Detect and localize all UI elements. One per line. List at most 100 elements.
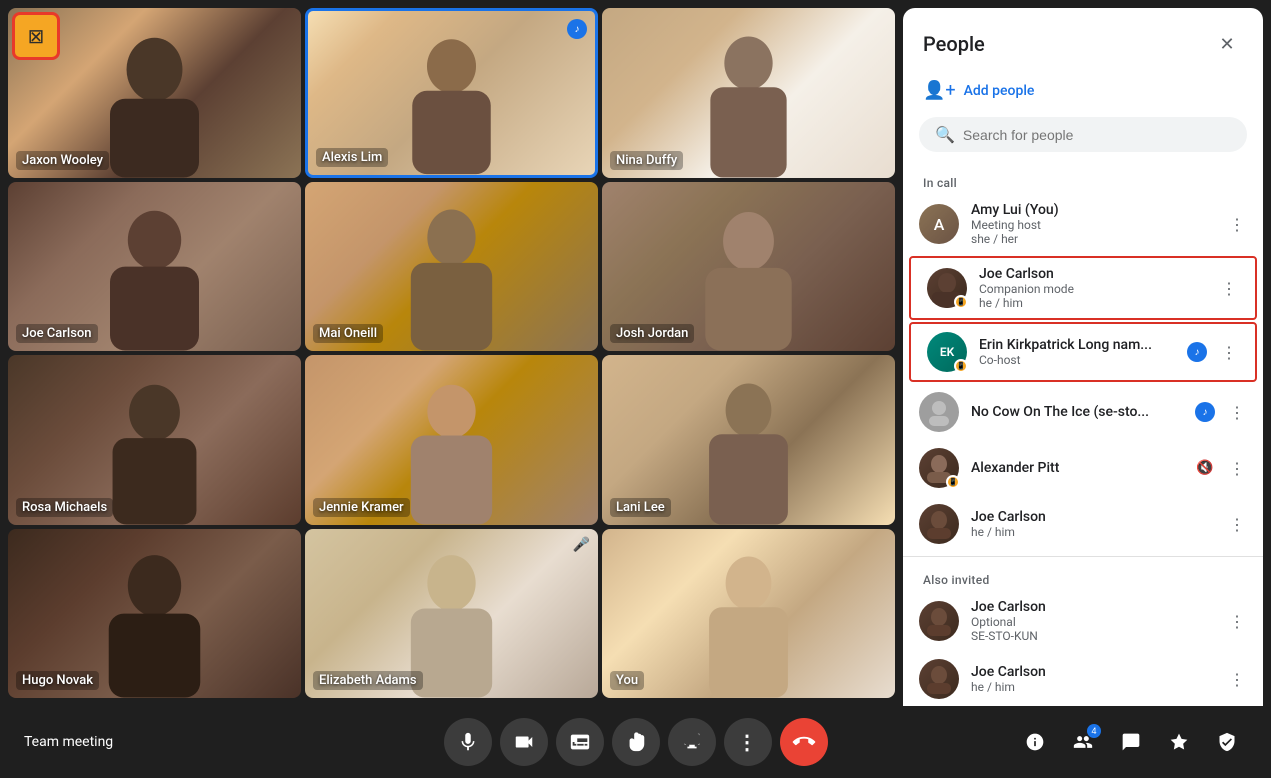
panel-title: People bbox=[923, 32, 985, 56]
video-grid: Jaxon Wooley ♪ Alexis Lim Nina Duffy bbox=[0, 0, 903, 706]
person-name-joe-c: Joe Carlson bbox=[979, 266, 1203, 282]
person-meta-joe3: Optional bbox=[971, 615, 1211, 629]
in-call-label: In call bbox=[903, 164, 1263, 194]
app-icon-button[interactable]: ⊠ bbox=[12, 12, 60, 60]
video-tile-lani[interactable]: Lani Lee bbox=[602, 355, 895, 525]
tile-name-nina: Nina Duffy bbox=[610, 151, 683, 170]
person-row-joe4[interactable]: Joe Carlson he / him ⋮ bbox=[903, 651, 1263, 706]
person-row-nocow[interactable]: No Cow On The Ice (se-sto... ♪ ⋮ bbox=[903, 384, 1263, 440]
camera-button[interactable] bbox=[500, 718, 548, 766]
person-info-erin: Erin Kirkpatrick Long nam... Co-host bbox=[979, 337, 1175, 367]
person-name-joe3: Joe Carlson bbox=[971, 599, 1211, 615]
avatar-joe4 bbox=[919, 659, 959, 699]
tile-name-joe: Joe Carlson bbox=[16, 324, 98, 343]
avatar-joe-c: 📱 bbox=[927, 268, 967, 308]
person-name-joe4: Joe Carlson bbox=[971, 664, 1211, 680]
person-pronouns-joe-c: he / him bbox=[979, 296, 1203, 310]
toolbar-center: ⋮ bbox=[444, 718, 828, 766]
close-panel-button[interactable]: ✕ bbox=[1211, 28, 1243, 60]
person-actions-joe2: ⋮ bbox=[1223, 510, 1251, 538]
activities-button[interactable] bbox=[1159, 722, 1199, 762]
tile-name-lani: Lani Lee bbox=[610, 498, 671, 517]
more-options-amy[interactable]: ⋮ bbox=[1223, 210, 1251, 238]
present-button[interactable] bbox=[668, 718, 716, 766]
tile-name-josh: Josh Jordan bbox=[610, 324, 694, 343]
search-input[interactable] bbox=[963, 127, 1231, 143]
avatar-amy: A bbox=[919, 204, 959, 244]
video-tile-joe[interactable]: Joe Carlson bbox=[8, 182, 301, 352]
person-row-joe2[interactable]: Joe Carlson he / him ⋮ bbox=[903, 496, 1263, 552]
more-options-button[interactable]: ⋮ bbox=[724, 718, 772, 766]
add-people-row[interactable]: 👤+ Add people bbox=[903, 72, 1263, 109]
person-location-joe3: SE-STO-KUN bbox=[971, 629, 1211, 643]
video-tile-jennie[interactable]: Jennie Kramer bbox=[305, 355, 598, 525]
person-info-joe4: Joe Carlson he / him bbox=[971, 664, 1211, 694]
search-icon: 🔍 bbox=[935, 125, 955, 144]
tile-name-elizabeth: Elizabeth Adams bbox=[313, 671, 423, 690]
speaking-indicator-alexis: ♪ bbox=[567, 19, 587, 39]
app-icon-symbol: ⊠ bbox=[28, 24, 45, 48]
more-options-alex[interactable]: ⋮ bbox=[1223, 454, 1251, 482]
toolbar-right: 4 bbox=[1015, 722, 1247, 762]
person-actions-erin: ♪ ⋮ bbox=[1187, 338, 1243, 366]
panel-header: People ✕ bbox=[903, 8, 1263, 72]
end-call-button[interactable] bbox=[780, 718, 828, 766]
tile-name-alexis: Alexis Lim bbox=[316, 148, 388, 167]
person-name-erin: Erin Kirkpatrick Long nam... bbox=[979, 337, 1175, 353]
person-row-amy[interactable]: A Amy Lui (You) Meeting host she / her ⋮ bbox=[903, 194, 1263, 254]
person-name-joe2: Joe Carlson bbox=[971, 509, 1211, 525]
video-tile-nina[interactable]: Nina Duffy bbox=[602, 8, 895, 178]
person-info-nocow: No Cow On The Ice (se-sto... bbox=[971, 404, 1183, 420]
person-info-alex: Alexander Pitt bbox=[971, 460, 1179, 476]
person-actions-alex: 🔇 ⋮ bbox=[1191, 454, 1251, 482]
person-name-alex: Alexander Pitt bbox=[971, 460, 1179, 476]
tile-name-rosa: Rosa Michaels bbox=[16, 498, 113, 517]
person-info-joe2: Joe Carlson he / him bbox=[971, 509, 1211, 539]
also-invited-label: Also invited bbox=[903, 561, 1263, 591]
avatar-joe3 bbox=[919, 601, 959, 641]
more-options-nocow[interactable]: ⋮ bbox=[1223, 398, 1251, 426]
video-tile-elizabeth[interactable]: 🎤 Elizabeth Adams bbox=[305, 529, 598, 699]
person-row-alex[interactable]: 📱 Alexander Pitt 🔇 ⋮ bbox=[903, 440, 1263, 496]
video-tile-rosa[interactable]: Rosa Michaels bbox=[8, 355, 301, 525]
person-actions-amy: ⋮ bbox=[1223, 210, 1251, 238]
avatar-nocow bbox=[919, 392, 959, 432]
person-meta-joe2: he / him bbox=[971, 525, 1211, 539]
video-tile-mai[interactable]: Mai Oneill bbox=[305, 182, 598, 352]
more-options-joe3[interactable]: ⋮ bbox=[1223, 607, 1251, 635]
person-info-joe-c: Joe Carlson Companion mode he / him bbox=[979, 266, 1203, 310]
person-name-amy: Amy Lui (You) bbox=[971, 202, 1211, 218]
more-options-joe2[interactable]: ⋮ bbox=[1223, 510, 1251, 538]
raise-hand-button[interactable] bbox=[612, 718, 660, 766]
person-pronouns-amy: she / her bbox=[971, 232, 1211, 246]
chat-button[interactable] bbox=[1111, 722, 1151, 762]
person-actions-joe3: ⋮ bbox=[1223, 607, 1251, 635]
person-meta-erin: Co-host bbox=[979, 353, 1175, 367]
safety-button[interactable] bbox=[1207, 722, 1247, 762]
video-tile-you[interactable]: You bbox=[602, 529, 895, 699]
person-row-erin[interactable]: EK 📱 Erin Kirkpatrick Long nam... Co-hos… bbox=[909, 322, 1257, 382]
tile-name-jennie: Jennie Kramer bbox=[313, 498, 410, 517]
video-tile-hugo[interactable]: Hugo Novak bbox=[8, 529, 301, 699]
more-options-erin[interactable]: ⋮ bbox=[1215, 338, 1243, 366]
speaking-indicator-erin: ♪ bbox=[1187, 342, 1207, 362]
mic-off-alex[interactable]: 🔇 bbox=[1191, 454, 1219, 482]
search-row: 🔍 bbox=[903, 109, 1263, 164]
info-button[interactable] bbox=[1015, 722, 1055, 762]
person-row-joe3[interactable]: Joe Carlson Optional SE-STO-KUN ⋮ bbox=[903, 591, 1263, 651]
more-options-joe4[interactable]: ⋮ bbox=[1223, 665, 1251, 693]
more-options-joe-c[interactable]: ⋮ bbox=[1215, 274, 1243, 302]
person-row-joe-c[interactable]: 📱 Joe Carlson Companion mode he / him ⋮ bbox=[909, 256, 1257, 320]
person-actions-joe-c: ⋮ bbox=[1215, 274, 1243, 302]
tile-name-you: You bbox=[610, 671, 644, 690]
video-tile-josh[interactable]: Josh Jordan bbox=[602, 182, 895, 352]
captions-button[interactable] bbox=[556, 718, 604, 766]
mic-button[interactable] bbox=[444, 718, 492, 766]
person-meta-joe-c: Companion mode bbox=[979, 282, 1203, 296]
tile-name-hugo: Hugo Novak bbox=[16, 671, 99, 690]
avatar-alex: 📱 bbox=[919, 448, 959, 488]
search-box: 🔍 bbox=[919, 117, 1247, 152]
add-people-label: Add people bbox=[964, 83, 1035, 99]
video-tile-alexis[interactable]: ♪ Alexis Lim bbox=[305, 8, 598, 178]
people-button[interactable]: 4 bbox=[1063, 722, 1103, 762]
